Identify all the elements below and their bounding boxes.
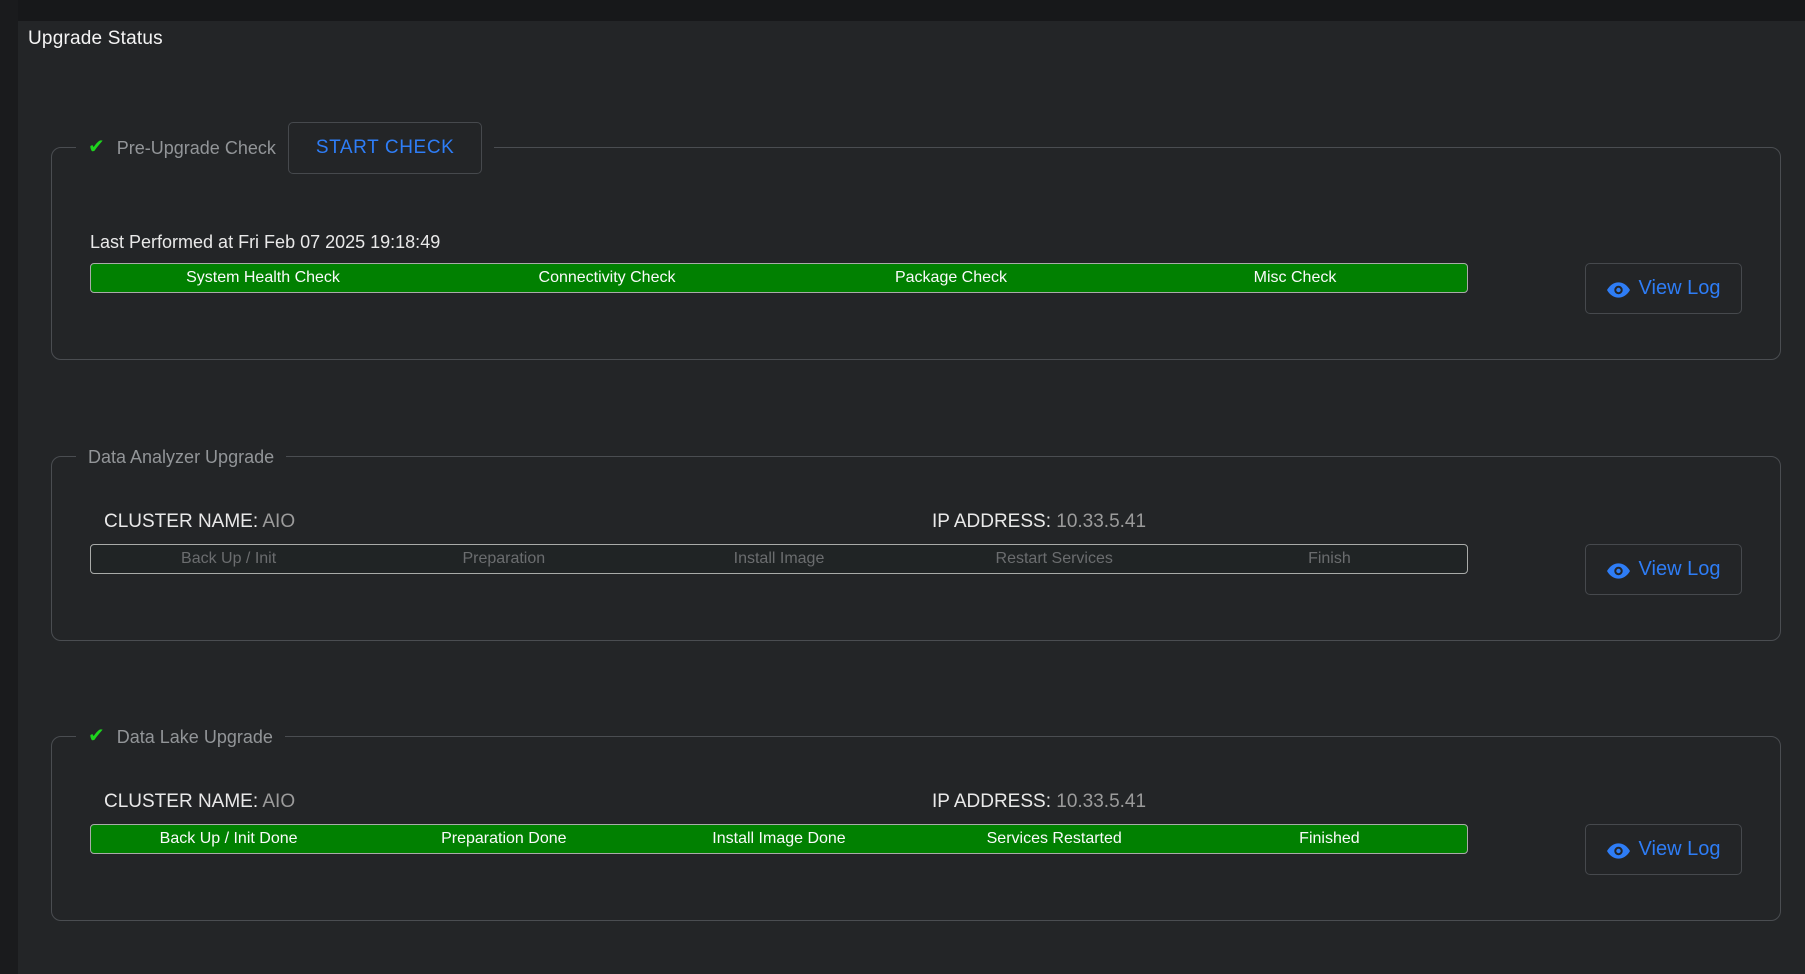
ip-address-value: 10.33.5.41 — [1056, 511, 1146, 532]
step-label: Package Check — [779, 264, 1123, 292]
check-icon: ✔ — [88, 137, 105, 157]
ip-address: IP ADDRESS: 10.33.5.41 — [932, 791, 1146, 813]
cluster-info-row: CLUSTER NAME: AIO IP ADDRESS: 10.33.5.41 — [90, 511, 1468, 535]
step-label: Back Up / Init Done — [91, 825, 366, 853]
check-icon: ✔ — [88, 726, 105, 746]
pre-upgrade-check-legend: ✔ Pre-Upgrade Check START CHECK — [76, 122, 494, 174]
step-label: System Health Check — [91, 264, 435, 292]
cluster-name-label: CLUSTER NAME: — [104, 791, 258, 812]
page-title: Upgrade Status — [28, 28, 163, 50]
section-title: Data Lake Upgrade — [117, 727, 273, 748]
data-lake-upgrade-panel: ✔ Data Lake Upgrade CLUSTER NAME: AIO IP… — [51, 736, 1781, 921]
view-log-label: View Log — [1639, 838, 1721, 861]
step-label: Install Image — [641, 545, 916, 573]
pre-upgrade-check-panel: ✔ Pre-Upgrade Check START CHECK Last Per… — [51, 147, 1781, 360]
lake-progress-bar: Back Up / Init Done Preparation Done Ins… — [90, 824, 1468, 854]
data-analyzer-upgrade-panel: Data Analyzer Upgrade CLUSTER NAME: AIO … — [51, 456, 1781, 641]
data-lake-upgrade-legend: ✔ Data Lake Upgrade — [76, 725, 285, 749]
cluster-name: CLUSTER NAME: AIO — [104, 511, 295, 533]
cluster-name-value: AIO — [262, 791, 295, 812]
cluster-name-value: AIO — [262, 511, 295, 532]
view-log-button[interactable]: View Log — [1585, 544, 1742, 595]
ip-address-label: IP ADDRESS: — [932, 791, 1051, 812]
data-analyzer-upgrade-legend: Data Analyzer Upgrade — [76, 445, 286, 469]
window-top-strip — [0, 0, 1805, 21]
step-label: Services Restarted — [917, 825, 1192, 853]
analyzer-progress-bar: Back Up / Init Preparation Install Image… — [90, 544, 1468, 574]
step-label: Connectivity Check — [435, 264, 779, 292]
cluster-info-row: CLUSTER NAME: AIO IP ADDRESS: 10.33.5.41 — [90, 791, 1468, 815]
window-left-strip — [0, 0, 18, 974]
eye-icon — [1607, 562, 1630, 578]
section-title: Data Analyzer Upgrade — [88, 447, 274, 468]
step-label: Restart Services — [917, 545, 1192, 573]
step-label: Back Up / Init — [91, 545, 366, 573]
start-check-button[interactable]: START CHECK — [288, 122, 483, 174]
step-label: Install Image Done — [641, 825, 916, 853]
step-label: Finished — [1192, 825, 1467, 853]
eye-icon — [1607, 842, 1630, 858]
step-label: Preparation — [366, 545, 641, 573]
step-label: Preparation Done — [366, 825, 641, 853]
view-log-label: View Log — [1639, 277, 1721, 300]
step-label: Misc Check — [1123, 264, 1467, 292]
eye-icon — [1607, 281, 1630, 297]
cluster-name: CLUSTER NAME: AIO — [104, 791, 295, 813]
section-title: Pre-Upgrade Check — [117, 138, 276, 159]
view-log-button[interactable]: View Log — [1585, 263, 1742, 314]
pre-check-progress-bar: System Health Check Connectivity Check P… — [90, 263, 1468, 293]
ip-address-value: 10.33.5.41 — [1056, 791, 1146, 812]
cluster-name-label: CLUSTER NAME: — [104, 511, 258, 532]
view-log-label: View Log — [1639, 558, 1721, 581]
last-performed-text: Last Performed at Fri Feb 07 2025 19:18:… — [90, 232, 440, 253]
view-log-button[interactable]: View Log — [1585, 824, 1742, 875]
step-label: Finish — [1192, 545, 1467, 573]
ip-address-label: IP ADDRESS: — [932, 511, 1051, 532]
ip-address: IP ADDRESS: 10.33.5.41 — [932, 511, 1146, 533]
